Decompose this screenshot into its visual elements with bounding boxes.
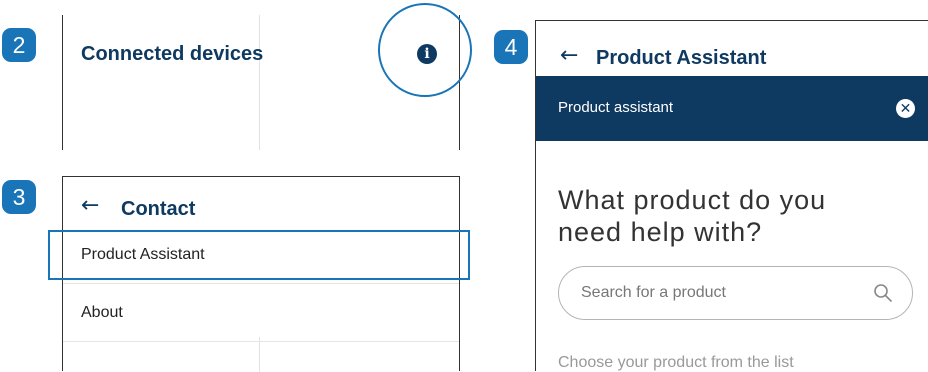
divider (259, 15, 260, 150)
step-badge-3: 3 (2, 180, 36, 214)
choose-product-hint: Choose your product from the list (558, 354, 794, 371)
divider (259, 337, 260, 372)
step-badge-2: 2 (2, 28, 36, 62)
connected-devices-screen: Connected devices i (62, 3, 472, 150)
banner-label: Product assistant (558, 99, 674, 116)
back-arrow-icon[interactable]: ← (560, 43, 578, 68)
header: ← Contact (63, 177, 459, 232)
page-title: Product Assistant (596, 47, 767, 69)
product-assistant-screen: ← Product Assistant Product assistant ✕ … (535, 20, 928, 371)
search-box[interactable] (558, 266, 913, 320)
page-title: Contact (121, 198, 196, 220)
banner: Product assistant ✕ (536, 76, 928, 141)
question-heading: What product do you need help with? (558, 185, 827, 247)
highlight-rectangle (48, 230, 470, 280)
highlight-circle (378, 3, 472, 97)
menu-item-label: About (81, 303, 123, 321)
close-icon[interactable]: ✕ (896, 99, 915, 118)
page-title: Connected devices (81, 43, 264, 65)
search-icon[interactable] (873, 283, 893, 303)
step-badge-4: 4 (494, 30, 528, 64)
menu-item-about[interactable]: About (63, 284, 459, 342)
back-arrow-icon[interactable]: ← (81, 193, 99, 218)
search-input[interactable] (581, 267, 861, 319)
